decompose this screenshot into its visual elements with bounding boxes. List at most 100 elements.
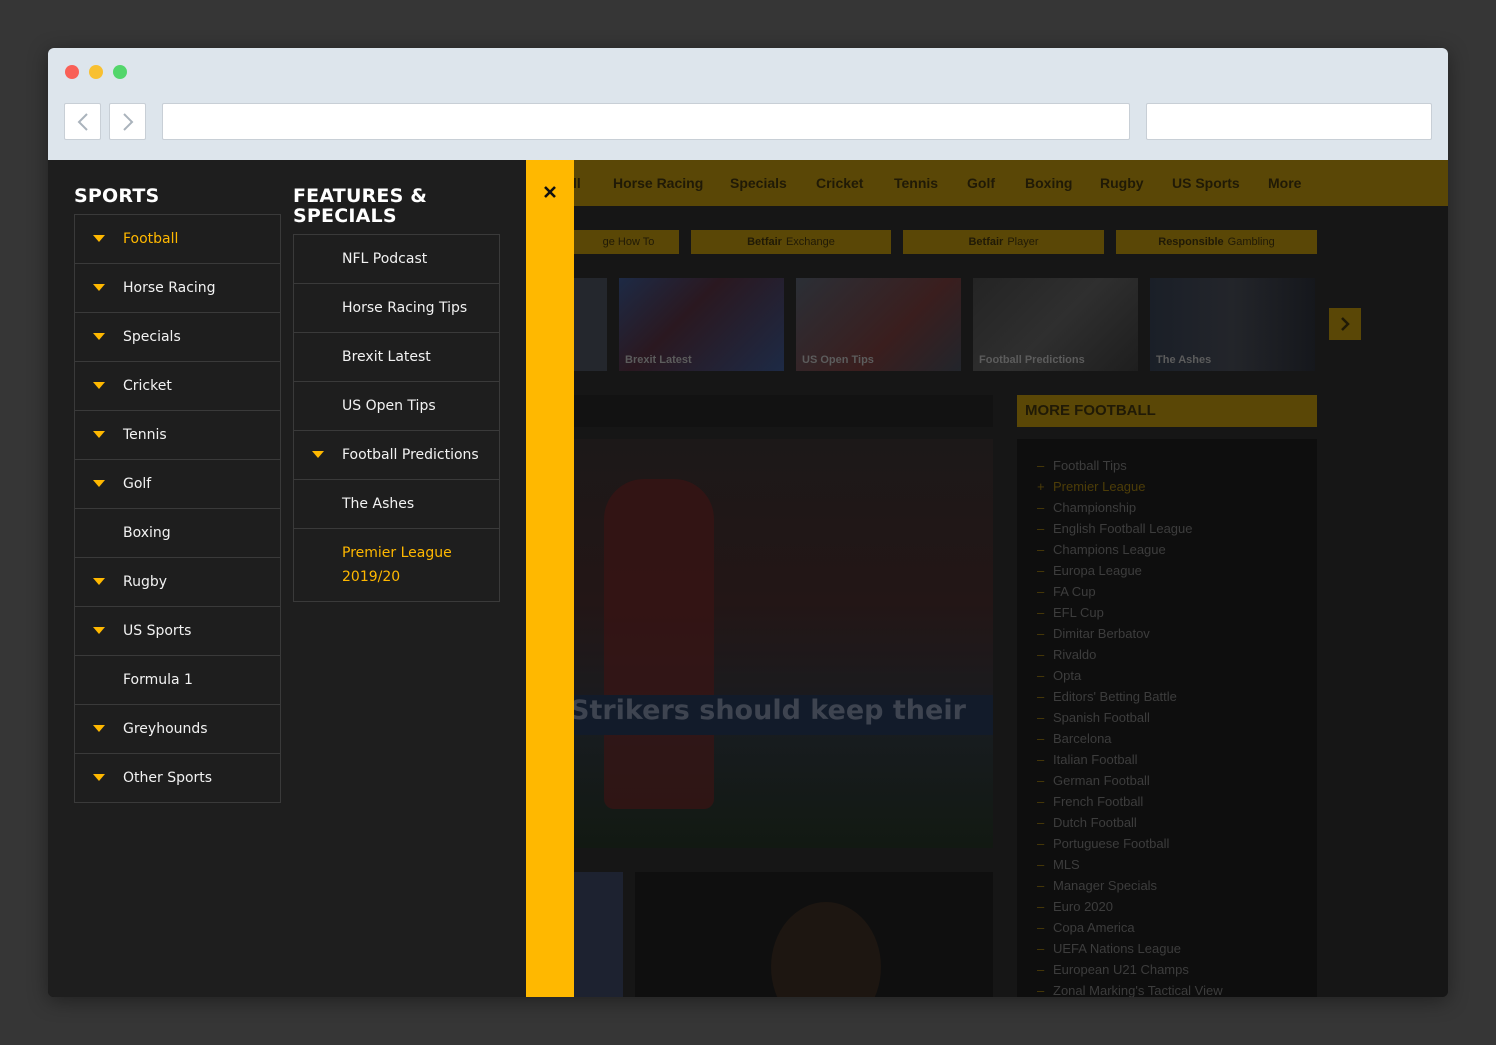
article-card[interactable] [635, 872, 993, 997]
more-football-item[interactable]: – Rivaldo [1037, 646, 1223, 667]
more-football-item[interactable]: – French Football [1037, 793, 1223, 814]
more-football-item[interactable]: – Editors' Betting Battle [1037, 688, 1223, 709]
features-item-nfl-podcast[interactable]: NFL Podcast [294, 235, 499, 284]
sports-item-golf[interactable]: Golf [75, 460, 280, 509]
more-football-item[interactable]: – Football Tips [1037, 457, 1223, 478]
top-nav-item[interactable]: US Sports [1172, 175, 1240, 191]
features-item-premier-league[interactable]: Premier League 2019/20 [294, 529, 499, 602]
top-nav-item[interactable]: ll [573, 175, 581, 191]
more-football-item-label: Europa League [1053, 563, 1142, 578]
close-window-button[interactable] [65, 65, 79, 79]
more-football-item[interactable]: – Copa America [1037, 919, 1223, 940]
sub-nav-pill[interactable]: ge How To [574, 230, 679, 254]
more-football-item-label: European U21 Champs [1053, 962, 1189, 977]
features-item-label-line1: Premier League [342, 545, 452, 561]
sports-item-horse-racing[interactable]: Horse Racing [75, 264, 280, 313]
sports-item-football[interactable]: Football [75, 215, 280, 264]
top-nav-item[interactable]: Cricket [816, 175, 863, 191]
features-item-the-ashes[interactable]: The Ashes [294, 480, 499, 529]
more-football-item[interactable]: – European U21 Champs [1037, 961, 1223, 982]
caret-down-icon[interactable] [93, 480, 105, 487]
features-item-football-predictions[interactable]: Football Predictions [294, 431, 499, 480]
sports-item-cricket[interactable]: Cricket [75, 362, 280, 411]
thumbnail[interactable]: Brexit Latest [619, 278, 784, 371]
bullet-icon: – [1037, 584, 1045, 599]
sub-nav-pill[interactable]: Betfair Exchange [691, 230, 891, 254]
caret-down-icon[interactable] [93, 725, 105, 732]
browser-search-bar[interactable] [1146, 103, 1432, 140]
more-football-item[interactable]: – Zonal Marking's Tactical View [1037, 982, 1223, 997]
more-football-item[interactable]: – MLS [1037, 856, 1223, 877]
more-football-item[interactable]: – Italian Football [1037, 751, 1223, 772]
sports-heading: SPORTS [74, 185, 160, 207]
caret-down-icon[interactable] [93, 774, 105, 781]
chevron-right-icon [1341, 317, 1350, 331]
top-nav-item[interactable]: Boxing [1025, 175, 1072, 191]
top-nav-item[interactable]: Rugby [1100, 175, 1144, 191]
thumbnail[interactable]: The Ashes [1150, 278, 1315, 371]
more-football-item[interactable]: – Championship [1037, 499, 1223, 520]
caret-down-icon[interactable] [312, 451, 324, 458]
caret-down-icon[interactable] [93, 627, 105, 634]
carousel-next-button[interactable] [1329, 308, 1361, 340]
more-football-item[interactable]: – Opta [1037, 667, 1223, 688]
features-item-brexit-latest[interactable]: Brexit Latest [294, 333, 499, 382]
more-football-item[interactable]: – Champions League [1037, 541, 1223, 562]
features-item-us-open-tips[interactable]: US Open Tips [294, 382, 499, 431]
caret-down-icon[interactable] [93, 431, 105, 438]
thumbnail[interactable] [574, 278, 607, 371]
features-item-label: Brexit Latest [342, 349, 431, 365]
more-football-item[interactable]: – Spanish Football [1037, 709, 1223, 730]
back-button[interactable] [64, 103, 101, 140]
close-menu-bar[interactable] [526, 160, 574, 997]
caret-down-icon[interactable] [93, 578, 105, 585]
more-football-list: – Football Tips + Premier League – Championsh… [1017, 439, 1317, 997]
top-nav-item[interactable]: Specials [730, 175, 787, 191]
sports-item-greyhounds[interactable]: Greyhounds [75, 705, 280, 754]
hero-article[interactable]: Strikers should keep their [574, 439, 993, 848]
more-football-item[interactable]: – Manager Specials [1037, 877, 1223, 898]
top-nav-item[interactable]: Golf [967, 175, 995, 191]
thumbnail[interactable]: Football Predictions [973, 278, 1138, 371]
maximize-window-button[interactable] [113, 65, 127, 79]
more-football-item[interactable]: – FA Cup [1037, 583, 1223, 604]
minimize-window-button[interactable] [89, 65, 103, 79]
more-football-item[interactable]: – English Football League [1037, 520, 1223, 541]
sports-item-rugby[interactable]: Rugby [75, 558, 280, 607]
sports-item-us-sports[interactable]: US Sports [75, 607, 280, 656]
more-football-item[interactable]: – Dutch Football [1037, 814, 1223, 835]
sports-item-formula-1[interactable]: Formula 1 [75, 656, 280, 705]
caret-down-icon[interactable] [93, 284, 105, 291]
sub-nav-pill[interactable]: Betfair Player [903, 230, 1104, 254]
more-football-item[interactable]: – Europa League [1037, 562, 1223, 583]
address-bar[interactable] [162, 103, 1130, 140]
more-football-item[interactable]: – German Football [1037, 772, 1223, 793]
more-football-item[interactable]: – Euro 2020 [1037, 898, 1223, 919]
article-card[interactable] [574, 872, 623, 997]
close-menu-button[interactable] [539, 181, 561, 203]
top-nav-item[interactable]: Tennis [894, 175, 938, 191]
hero-headline[interactable]: Strikers should keep their [574, 695, 966, 726]
sports-item-tennis[interactable]: Tennis [75, 411, 280, 460]
forward-button[interactable] [109, 103, 146, 140]
sports-item-other-sports[interactable]: Other Sports [75, 754, 280, 803]
thumbnail[interactable]: US Open Tips [796, 278, 961, 371]
more-football-item-label: Dutch Football [1053, 815, 1137, 830]
more-football-item[interactable]: – UEFA Nations League [1037, 940, 1223, 961]
top-nav-item[interactable]: Horse Racing [613, 175, 703, 191]
more-football-item[interactable]: – EFL Cup [1037, 604, 1223, 625]
top-nav-item[interactable]: More [1268, 175, 1301, 191]
features-item-horse-racing-tips[interactable]: Horse Racing Tips [294, 284, 499, 333]
caret-down-icon[interactable] [93, 333, 105, 340]
caret-down-icon[interactable] [93, 382, 105, 389]
more-football-title: MORE FOOTBALL [1025, 402, 1156, 419]
more-football-item[interactable]: – Portuguese Football [1037, 835, 1223, 856]
more-football-item[interactable]: + Premier League [1037, 478, 1223, 499]
sub-nav-pill[interactable]: Responsible Gambling [1116, 230, 1317, 254]
caret-down-icon[interactable] [93, 235, 105, 242]
sports-item-specials[interactable]: Specials [75, 313, 280, 362]
more-football-item[interactable]: – Barcelona [1037, 730, 1223, 751]
more-football-item[interactable]: – Dimitar Berbatov [1037, 625, 1223, 646]
sports-item-boxing[interactable]: Boxing [75, 509, 280, 558]
more-football-item-label: German Football [1053, 773, 1150, 788]
